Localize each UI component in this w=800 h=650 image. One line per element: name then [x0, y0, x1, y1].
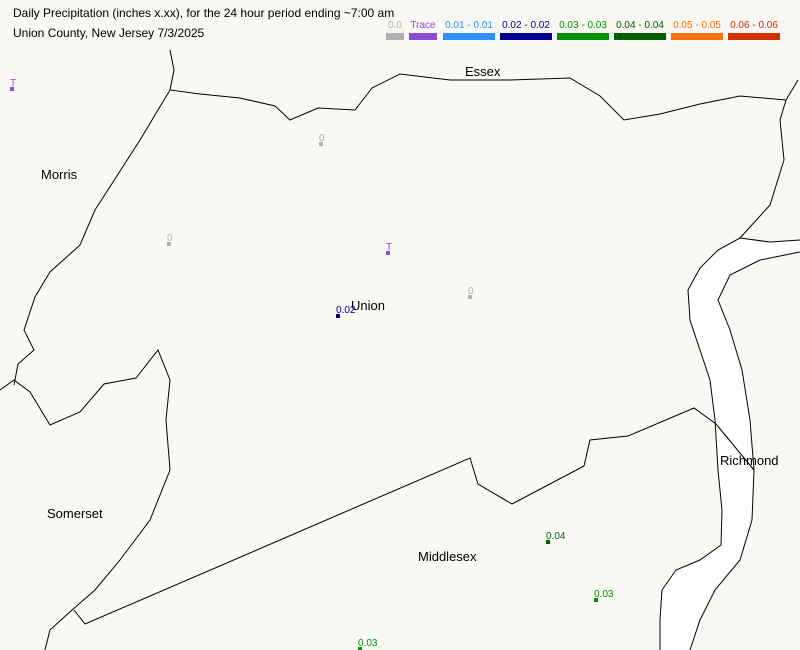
station-value: 0.03: [358, 638, 378, 649]
station-value: 0.03: [594, 589, 614, 600]
legend-label: 0.06 - 0.06: [730, 20, 778, 31]
legend-label: 0.0: [388, 20, 402, 31]
county-label-morris: Morris: [41, 167, 78, 182]
station-value: 0.02: [336, 305, 356, 316]
legend-label: 0.01 - 0.01: [445, 20, 493, 31]
legend-swatch: [557, 33, 609, 40]
station-value: 0: [319, 133, 325, 144]
legend-label: 0.05 - 0.05: [673, 20, 721, 31]
legend-swatch: [500, 33, 552, 40]
station-value: 0: [468, 286, 474, 297]
station-value: T: [10, 78, 16, 89]
legend-swatch: [671, 33, 723, 40]
legend-label: 0.02 - 0.02: [502, 20, 550, 31]
legend-swatch: [614, 33, 666, 40]
station-value: 0: [167, 233, 173, 244]
precipitation-map[interactable]: Essex Morris Union Somerset Middlesex Ri…: [0, 46, 800, 650]
legend-swatch: [728, 33, 780, 40]
county-label-middlesex: Middlesex: [418, 549, 477, 564]
station-value: T: [386, 242, 392, 253]
station-value: 0.04: [546, 531, 566, 542]
legend-label: 0.03 - 0.03: [559, 20, 607, 31]
legend-label: Trace: [410, 20, 436, 31]
legend-swatch: [386, 33, 404, 40]
legend-swatch: [443, 33, 495, 40]
legend-label: 0.04 - 0.04: [616, 20, 664, 31]
county-label-richmond: Richmond: [720, 453, 779, 468]
county-label-union: Union: [351, 298, 385, 313]
county-label-somerset: Somerset: [47, 506, 103, 521]
map-header: Daily Precipitation (inches x.xx), for t…: [0, 0, 800, 46]
legend-swatch: [409, 33, 437, 40]
county-label-essex: Essex: [465, 64, 501, 79]
precipitation-legend: 0.0 Trace 0.01 - 0.01 0.02 - 0.02 0.03 - 0.0…: [0, 0, 800, 46]
